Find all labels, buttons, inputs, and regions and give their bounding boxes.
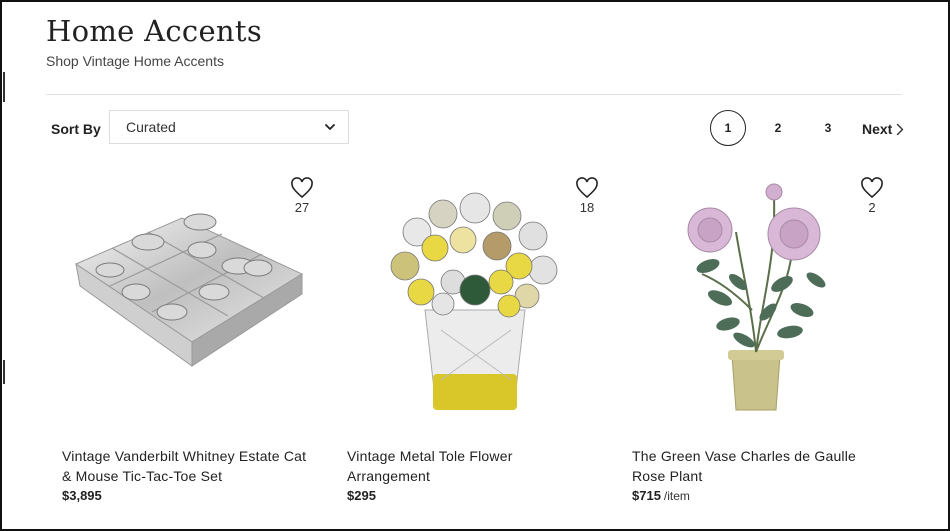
product-price: $295 [347, 488, 379, 503]
product-card[interactable]: 2 The Green Vase Charles de Gaulle Rose … [632, 170, 902, 515]
sort-select[interactable]: Curated [109, 110, 349, 144]
next-label: Next [862, 121, 893, 137]
heart-icon [576, 177, 598, 199]
page-title: Home Accents [46, 14, 263, 48]
header-divider [46, 94, 902, 95]
price-unit: /item [663, 489, 690, 503]
price-value: $295 [347, 488, 376, 503]
favorite-button[interactable]: 18 [572, 177, 602, 215]
page-subtitle: Shop Vintage Home Accents [46, 53, 224, 69]
price-value: $715 [632, 488, 661, 503]
heart-icon [291, 177, 313, 199]
product-price: $3,895 [62, 488, 105, 503]
favorite-count: 18 [579, 200, 595, 215]
chevron-down-icon [325, 124, 335, 130]
favorite-count: 27 [294, 200, 310, 215]
favorite-count: 2 [868, 200, 876, 215]
product-card[interactable]: 27 Vintage Vanderbilt Whitney Estate Cat… [62, 170, 332, 515]
edge-marker [3, 360, 5, 384]
favorite-button[interactable]: 2 [857, 177, 887, 215]
page-1-button[interactable]: 1 [710, 110, 746, 146]
sort-label: Sort By [51, 121, 101, 137]
heart-icon [861, 177, 883, 199]
edge-marker [3, 72, 5, 102]
page-3-button[interactable]: 3 [810, 110, 846, 146]
favorite-button[interactable]: 27 [287, 177, 317, 215]
product-price: $715/item [632, 488, 690, 503]
next-page-link[interactable]: Next [862, 121, 904, 137]
sort-select-value: Curated [126, 119, 176, 135]
price-value: $3,895 [62, 488, 102, 503]
chevron-right-icon [897, 123, 904, 135]
product-name[interactable]: Vintage Metal Tole Flower Arrangement [347, 446, 597, 486]
page-2-button[interactable]: 2 [760, 110, 796, 146]
product-card[interactable]: 18 Vintage Metal Tole Flower Arrangement… [347, 170, 617, 515]
product-name[interactable]: The Green Vase Charles de Gaulle Rose Pl… [632, 446, 882, 486]
product-name[interactable]: Vintage Vanderbilt Whitney Estate Cat & … [62, 446, 312, 486]
